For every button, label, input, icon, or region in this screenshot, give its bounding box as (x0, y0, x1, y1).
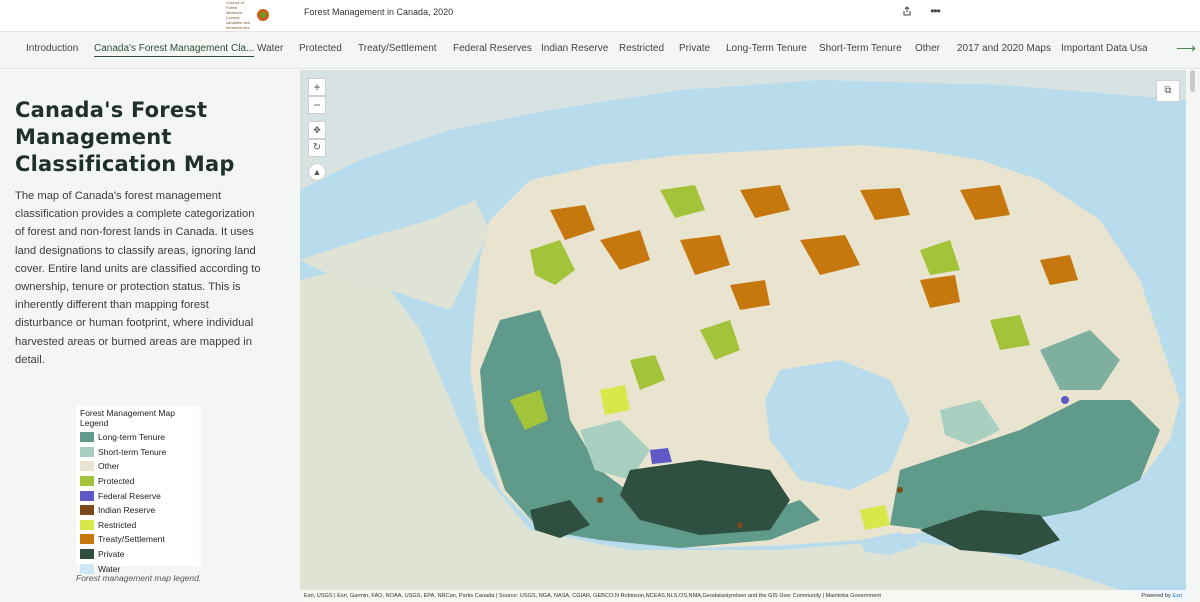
map-canvas[interactable] (300, 70, 1186, 602)
restricted-area (600, 385, 630, 415)
legend-swatch (80, 446, 94, 457)
legend-item: Federal Reserve (80, 488, 197, 503)
open-external-icon[interactable]: ⧉ (1156, 80, 1180, 102)
legend-label: Short-term Tenure (98, 446, 167, 457)
nav-item-data-usage[interactable]: Important Data Usage (1061, 43, 1147, 54)
nav-item-indian-reserve[interactable]: Indian Reserve (541, 43, 608, 54)
legend-swatch (80, 519, 94, 530)
indian-reserve (737, 522, 743, 528)
legend-label: Protected (98, 476, 135, 487)
legend-label: Private (98, 549, 125, 560)
legend-item: Protected (80, 474, 197, 489)
legend-label: Long-term Tenure (98, 432, 165, 443)
pan-icon[interactable]: ✥ (308, 121, 326, 139)
nav-item-federal-reserves[interactable]: Federal Reserves (453, 43, 532, 54)
zoom-out-button[interactable]: − (308, 96, 326, 114)
attribution-text: Esri, USGS | Esri, Garmin, FAO, NOAA, US… (304, 593, 881, 599)
legend-item: Indian Reserve (80, 503, 197, 518)
nav-item-other[interactable]: Other (915, 43, 940, 54)
zoom-in-button[interactable]: + (308, 78, 326, 96)
share-icon[interactable] (900, 6, 914, 20)
legend-label: Federal Reserve (98, 490, 161, 501)
nav-item-protected[interactable]: Protected (299, 43, 342, 54)
narrative-panel: Canada's Forest Management Classificatio… (0, 70, 300, 602)
logo-text: Canadian Council of Forest Ministers · C… (226, 0, 250, 35)
app-header: Canadian Council of Forest Ministers · C… (0, 0, 1200, 35)
powered-by[interactable]: Powered by Esri (1141, 593, 1182, 599)
nav-item-restricted[interactable]: Restricted (619, 43, 664, 54)
powered-by-brand[interactable]: Esri (1172, 593, 1182, 599)
nav-item-introduction[interactable]: Introduction (26, 43, 78, 54)
legend-caption: Forest management map legend. (76, 573, 202, 583)
legend-item: Short-term Tenure (80, 445, 197, 460)
legend-item: Long-term Tenure (80, 430, 197, 445)
indian-reserve (597, 497, 603, 503)
legend-swatch (80, 490, 94, 501)
nav-item-short-term-tenure[interactable]: Short-Term Tenure (819, 43, 902, 54)
federal-reserve (1061, 396, 1069, 404)
section-body: The map of Canada's forest management cl… (15, 190, 261, 366)
scrollbar[interactable] (1186, 70, 1200, 602)
section-nav: Introduction Canada's Forest Management … (0, 32, 1200, 69)
story-title: Forest Management in Canada, 2020 (304, 7, 454, 17)
map-attribution: Esri, USGS | Esri, Garmin, FAO, NOAA, US… (300, 590, 1186, 602)
legend-item: Restricted (80, 518, 197, 533)
nav-item-private[interactable]: Private (679, 43, 710, 54)
legend-label: Restricted (98, 519, 137, 530)
legend-item: Private (80, 547, 197, 562)
legend-label: Indian Reserve (98, 505, 156, 516)
legend-label: Treaty/Settlement (98, 534, 165, 545)
section-heading: Canada's Forest Management Classificatio… (15, 98, 235, 176)
nav-item-long-term-tenure[interactable]: Long-Term Tenure (726, 43, 807, 54)
rotate-icon[interactable]: ↻ (308, 139, 326, 157)
legend-swatch (80, 549, 94, 560)
legend-item: Other (80, 459, 197, 474)
legend-swatch (80, 476, 94, 487)
legend-item: Treaty/Settlement (80, 532, 197, 547)
map-view[interactable]: + − ✥ ↻ ▲ ⧉ Esri, USGS | Esri, Garmin, F… (300, 70, 1186, 602)
legend-swatch (80, 432, 94, 443)
nav-item-water[interactable]: Water (257, 43, 283, 54)
nav-item-classification-map[interactable]: Canada's Forest Management Cla... (94, 43, 255, 57)
ccfm-logo: Canadian Council of Forest Ministers · C… (226, 0, 272, 35)
maple-leaf-icon (257, 9, 269, 21)
powered-by-text: Powered by (1141, 593, 1171, 599)
legend-title: Forest Management Map Legend (80, 408, 175, 428)
legend-swatch (80, 534, 94, 545)
compass-icon[interactable]: ▲ (308, 163, 326, 181)
map-legend: Forest Management Map Legend Long-term T… (76, 406, 201, 574)
more-icon[interactable]: ••• (927, 4, 943, 20)
share-glyph (903, 6, 911, 16)
legend-swatch (80, 461, 94, 472)
nav-item-treaty-settlement[interactable]: Treaty/Settlement (358, 43, 437, 54)
indian-reserve (897, 487, 903, 493)
nav-item-2017-2020-maps[interactable]: 2017 and 2020 Maps (957, 43, 1051, 54)
legend-swatch (80, 505, 94, 516)
legend-label: Other (98, 461, 120, 472)
scrollbar-thumb[interactable] (1190, 70, 1195, 92)
arrow-right-icon[interactable]: ⟶ (1176, 40, 1196, 57)
